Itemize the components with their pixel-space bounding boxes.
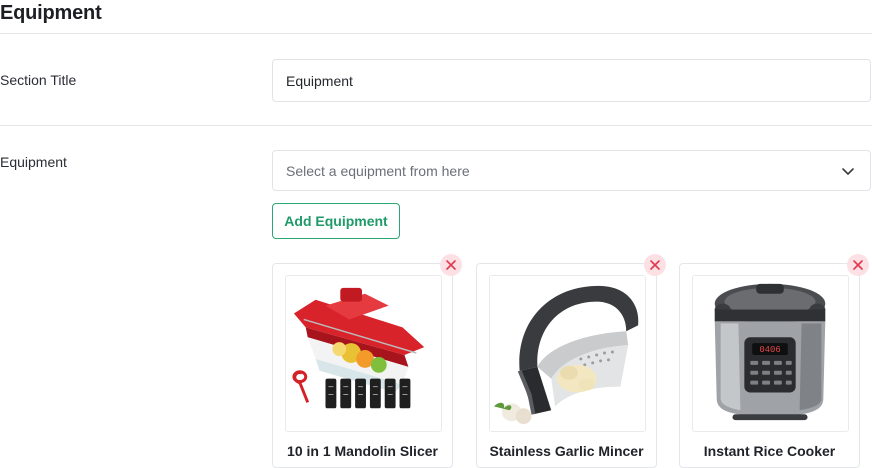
divider — [0, 33, 872, 34]
rice-cooker-image: 0406 — [692, 275, 849, 432]
close-icon — [650, 260, 660, 270]
equipment-name: Instant Rice Cooker — [703, 443, 836, 459]
divider — [0, 125, 872, 126]
chevron-down-icon — [840, 163, 856, 179]
remove-equipment-button[interactable] — [644, 254, 666, 276]
remove-equipment-button[interactable] — [440, 254, 462, 276]
equipment-label: Equipment — [0, 154, 67, 170]
close-icon — [853, 260, 863, 270]
garlic-mincer-image — [489, 275, 646, 432]
section-title-input[interactable] — [272, 59, 871, 102]
equipment-card: 10 in 1 Mandolin Slicer — [272, 254, 462, 468]
mandolin-slicer-image — [285, 275, 442, 432]
equipment-card: Stainless Garlic Mincer — [476, 254, 666, 468]
page-title: Equipment — [0, 2, 102, 24]
equipment-name: 10 in 1 Mandolin Slicer — [287, 443, 438, 459]
equipment-name: Stainless Garlic Mincer — [489, 443, 644, 459]
section-title-label: Section Title — [0, 72, 77, 88]
equipment-card: 0406 Instant Rice Cooker — [679, 254, 869, 468]
remove-equipment-button[interactable] — [847, 254, 869, 276]
svg-text:0406: 0406 — [759, 345, 780, 355]
equipment-select[interactable]: Select a equipment from here — [272, 150, 871, 191]
add-equipment-button[interactable]: Add Equipment — [272, 203, 400, 239]
equipment-select-placeholder: Select a equipment from here — [286, 163, 470, 179]
close-icon — [446, 260, 456, 270]
